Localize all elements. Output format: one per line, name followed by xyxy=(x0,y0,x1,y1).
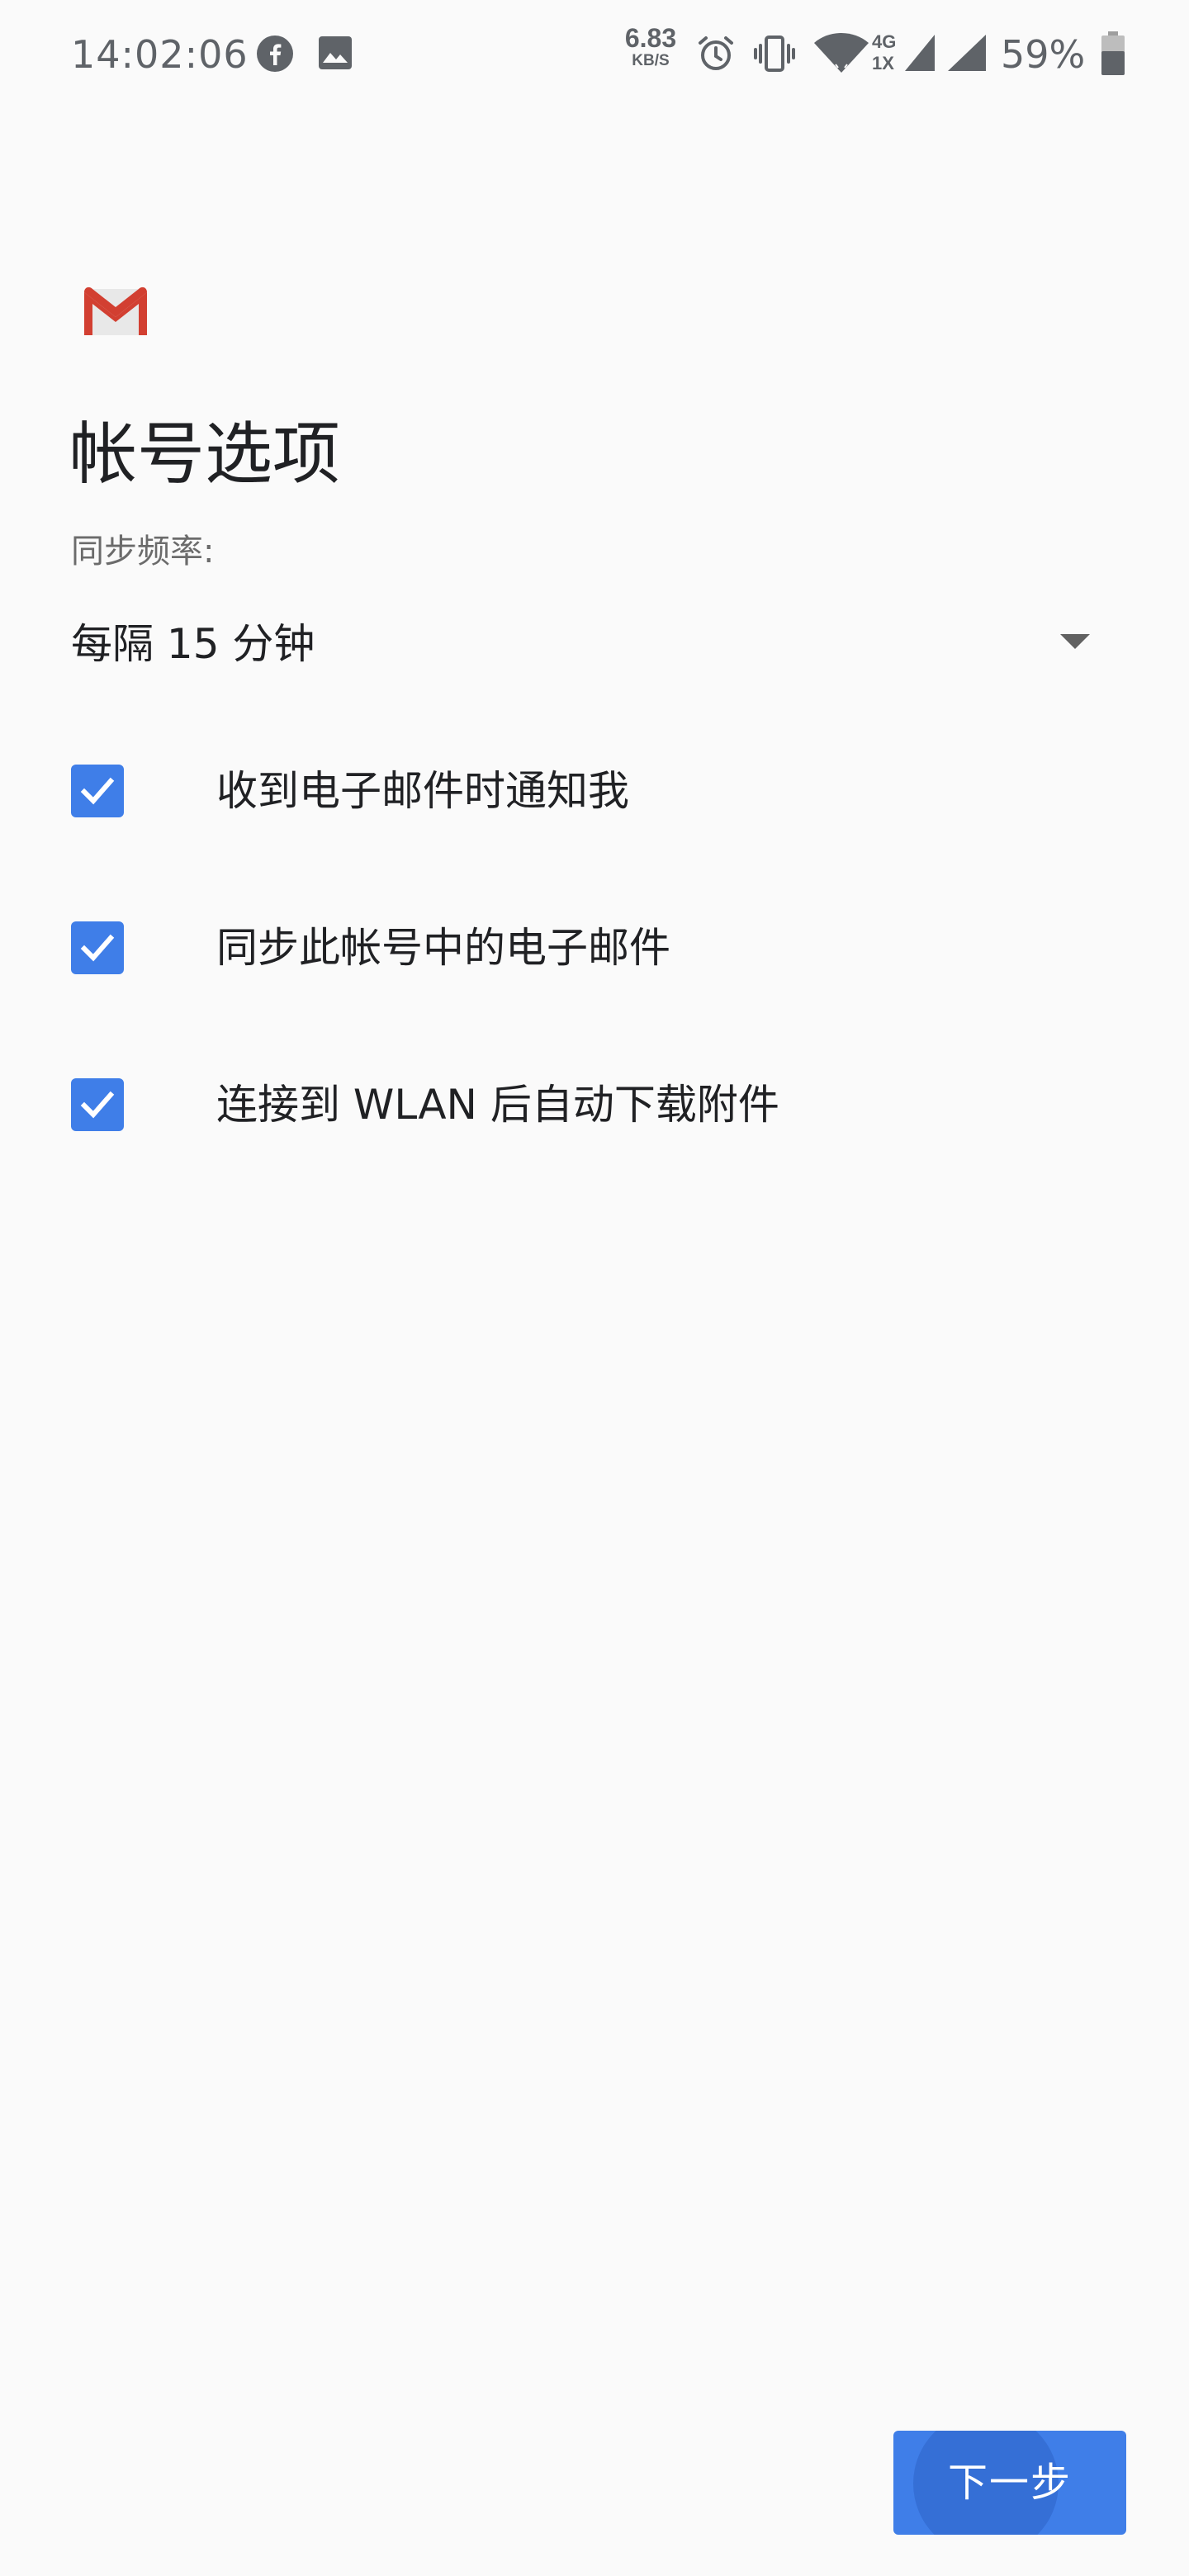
checkbox-checked-icon[interactable] xyxy=(71,765,124,817)
checkbox-checked-icon[interactable] xyxy=(71,1078,124,1131)
option-notify-email[interactable]: 收到电子邮件时通知我 xyxy=(71,750,1128,832)
option-sync-email-label: 同步此帐号中的电子邮件 xyxy=(216,924,670,972)
dropdown-arrow-icon xyxy=(1060,634,1090,649)
facebook-icon xyxy=(256,35,294,76)
signal-icon xyxy=(945,33,988,78)
network-type: 4G 1X xyxy=(872,31,905,74)
option-auto-download-attachments[interactable]: 连接到 WLAN 后自动下载附件 xyxy=(71,1063,1128,1146)
network-type-top: 4G xyxy=(872,31,897,52)
status-time: 14:02:06 xyxy=(71,32,249,77)
next-button[interactable]: 下一步 xyxy=(893,2431,1126,2535)
option-auto-download-attachments-label: 连接到 WLAN 后自动下载附件 xyxy=(216,1081,779,1129)
network-type-bottom: 1X xyxy=(872,53,894,73)
sync-frequency-dropdown[interactable]: 每隔 15 分钟 xyxy=(71,611,1110,677)
alarm-icon xyxy=(695,33,737,78)
network-speed-value: 6.83 xyxy=(624,23,677,53)
sync-frequency-label: 同步频率: xyxy=(71,533,215,571)
next-button-label: 下一步 xyxy=(947,2460,1072,2506)
network-speed: 6.83 KB/S xyxy=(621,25,680,69)
image-icon xyxy=(317,35,353,74)
checkbox-checked-icon[interactable] xyxy=(71,921,124,974)
option-notify-email-label: 收到电子邮件时通知我 xyxy=(216,767,629,815)
sync-frequency-value: 每隔 15 分钟 xyxy=(71,620,315,668)
battery-icon xyxy=(1101,31,1125,79)
gmail-logo-icon xyxy=(81,284,150,340)
page-title: 帐号选项 xyxy=(69,415,341,494)
mobile-signal-icon xyxy=(903,33,936,78)
wifi-icon xyxy=(812,31,870,78)
option-sync-email[interactable]: 同步此帐号中的电子邮件 xyxy=(71,907,1128,989)
network-speed-unit: KB/S xyxy=(632,52,670,69)
vibrate-icon xyxy=(753,33,796,78)
battery-percent: 59% xyxy=(1001,32,1086,77)
status-bar: 14:02:06 6.83 KB/S 4G 1X 59% xyxy=(0,0,1189,107)
